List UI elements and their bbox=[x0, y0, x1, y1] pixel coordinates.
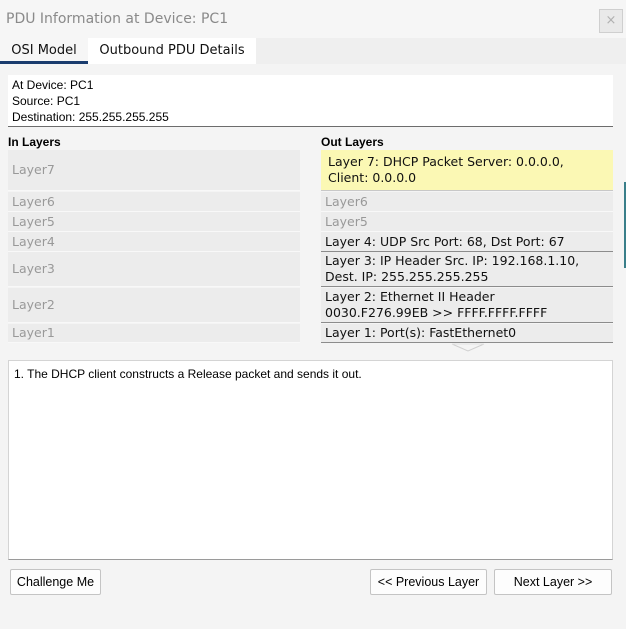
out-layer-7-line2: Client: 0.0.0.0 bbox=[328, 170, 417, 185]
in-layer-1[interactable]: Layer1 bbox=[8, 324, 300, 343]
in-layer-2[interactable]: Layer2 bbox=[8, 288, 300, 323]
out-layer-7[interactable]: Layer 7: DHCP Packet Server: 0.0.0.0, Cl… bbox=[321, 150, 613, 191]
tab-outbound-pdu-details[interactable]: Outbound PDU Details bbox=[88, 38, 256, 64]
out-layer-1[interactable]: Layer 1: Port(s): FastEthernet0 bbox=[321, 324, 613, 343]
out-layer-6[interactable]: Layer6 bbox=[321, 192, 613, 212]
source-text: Source: PC1 bbox=[12, 94, 81, 108]
close-icon: × bbox=[605, 13, 617, 28]
step-description: 1. The DHCP client constructs a Release … bbox=[8, 360, 613, 560]
out-layer-2[interactable]: Layer 2: Ethernet II Header 0030.F276.99… bbox=[321, 288, 613, 323]
out-layer-4[interactable]: Layer 4: UDP Src Port: 68, Dst Port: 67 bbox=[321, 232, 613, 252]
in-layer-7[interactable]: Layer7 bbox=[8, 150, 300, 191]
splitter-grip-icon[interactable] bbox=[451, 343, 485, 352]
in-layer-6[interactable]: Layer6 bbox=[8, 192, 300, 212]
tab-bar: OSI Model Outbound PDU Details bbox=[0, 38, 626, 64]
next-layer-button[interactable]: Next Layer >> bbox=[494, 569, 612, 595]
out-layer-3-line2: Dest. IP: 255.255.255.255 bbox=[325, 269, 489, 284]
device-info-box: At Device: PC1 Source: PC1 Destination: … bbox=[8, 75, 613, 127]
challenge-me-button[interactable]: Challenge Me bbox=[10, 569, 101, 595]
tab-osi-model[interactable]: OSI Model bbox=[0, 38, 88, 64]
out-layer-3[interactable]: Layer 3: IP Header Src. IP: 192.168.1.10… bbox=[321, 252, 613, 287]
at-device-text: At Device: PC1 bbox=[12, 78, 94, 92]
out-layer-7-line1: Layer 7: DHCP Packet Server: 0.0.0.0, bbox=[328, 154, 564, 169]
out-layer-5[interactable]: Layer5 bbox=[321, 212, 613, 232]
in-layers-header: In Layers bbox=[8, 135, 61, 149]
title-bar: PDU Information at Device: PC1 × bbox=[0, 0, 626, 38]
osi-model-panel: At Device: PC1 Source: PC1 Destination: … bbox=[0, 64, 626, 629]
close-button[interactable]: × bbox=[599, 9, 623, 33]
destination-text: Destination: 255.255.255.255 bbox=[12, 110, 169, 124]
out-layers-header: Out Layers bbox=[321, 135, 384, 149]
previous-layer-button[interactable]: << Previous Layer bbox=[370, 569, 487, 595]
out-layer-2-line2: 0030.F276.99EB >> FFFF.FFFF.FFFF bbox=[325, 305, 548, 320]
window-title: PDU Information at Device: PC1 bbox=[6, 11, 229, 27]
out-layer-2-line1: Layer 2: Ethernet II Header bbox=[325, 289, 495, 304]
out-layer-3-line1: Layer 3: IP Header Src. IP: 192.168.1.10… bbox=[325, 253, 580, 268]
in-layer-3[interactable]: Layer3 bbox=[8, 252, 300, 287]
in-layer-4[interactable]: Layer4 bbox=[8, 232, 300, 252]
in-layer-5[interactable]: Layer5 bbox=[8, 212, 300, 232]
pdu-information-window: PDU Information at Device: PC1 × OSI Mod… bbox=[0, 0, 626, 629]
